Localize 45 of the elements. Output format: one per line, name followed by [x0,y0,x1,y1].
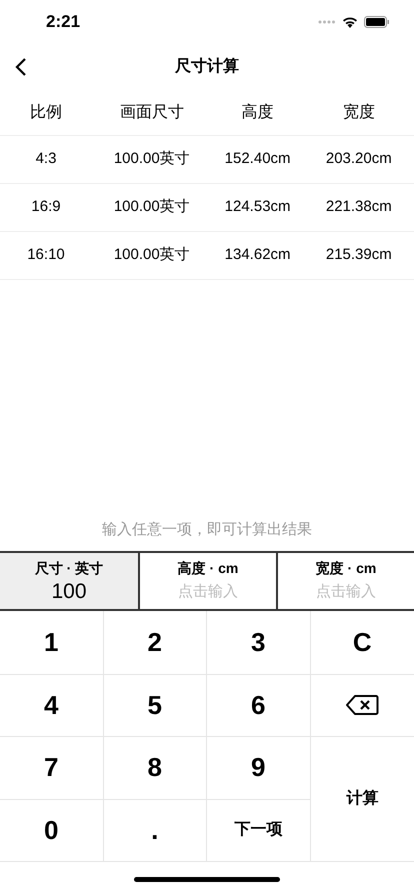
hint-text: 输入任意一项，即可计算出结果 [102,520,312,540]
signal-icon [318,20,336,24]
input-value: 100 [51,578,87,604]
table-cell-text: 134.62cm [224,245,292,266]
wifi-icon [342,16,358,28]
keypad-key[interactable]: 0 [0,798,104,861]
input-label: 高度 · cm [178,558,238,578]
column-header: 画面尺寸 [118,102,185,122]
status-time: 2:21 [46,11,80,34]
keypad-key[interactable]: C [310,611,414,674]
column-header: 宽度 [342,102,376,122]
table-cell-text: 124.53cm [224,197,292,218]
page-title: 尺寸计算 [175,56,239,77]
keypad-key[interactable]: 9 [207,736,310,798]
keypad-key[interactable]: 1 [0,611,104,674]
table-cell-text: 100.00英寸 [112,197,191,218]
back-icon [14,56,28,78]
column-header: 比例 [29,102,63,122]
input-field[interactable]: 尺寸 · 英寸 100 [0,553,138,609]
table-cell-text: 4:3 [34,149,58,170]
table-cell-text: 215.39cm [324,245,393,266]
table-cell-text: 100.00英寸 [112,245,191,266]
keypad-key[interactable]: 计算 [310,736,414,861]
keypad-key[interactable]: 下一项 [207,798,310,861]
table-cell-text: 16:9 [30,197,62,218]
input-label: 宽度 · cm [316,558,376,578]
keypad-key[interactable]: 6 [207,674,310,736]
keypad-key[interactable]: 2 [104,611,207,674]
backspace-icon [345,694,380,716]
battery-icon [364,16,390,28]
table-cell-text: 152.40cm [224,149,292,170]
table-cell-text: 100.00英寸 [112,149,191,170]
keypad-key[interactable]: 3 [207,611,310,674]
input-placeholder: 点击输入 [178,582,238,602]
input-label: 尺寸 · 英寸 [34,558,104,578]
column-header: 高度 [240,102,275,122]
table-cell-text: 221.38cm [324,197,393,218]
keypad-key[interactable]: . [104,798,207,861]
keypad-key[interactable]: 8 [104,736,207,798]
keypad-key[interactable]: 4 [0,674,104,736]
table-cell-text: 16:10 [26,245,66,266]
keypad-key[interactable]: 7 [0,736,104,798]
input-placeholder: 点击输入 [316,582,376,602]
table-cell-text: 203.20cm [324,149,393,170]
keypad-key[interactable]: 5 [104,674,207,736]
